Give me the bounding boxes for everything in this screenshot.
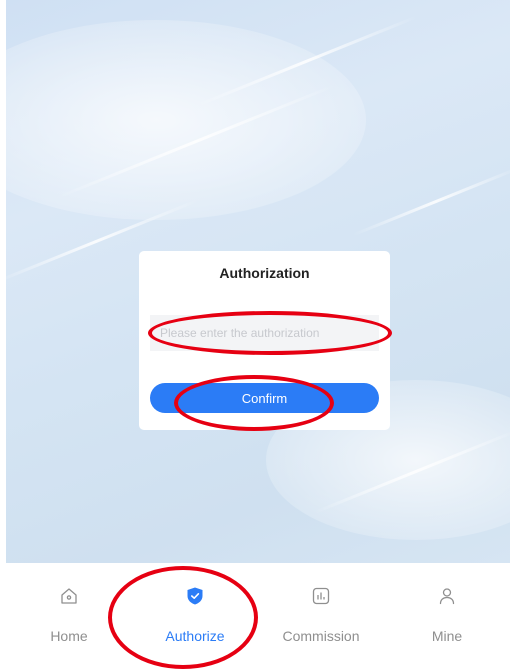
authorization-input[interactable] [150,315,379,351]
background-panel: Authorization Confirm [6,0,510,563]
tab-label: Mine [431,628,463,644]
tab-label: Commission [282,628,360,644]
tab-mine[interactable]: Mine [384,563,510,671]
home-icon [61,588,77,604]
tab-commission[interactable]: Commission [258,563,384,671]
tab-home[interactable]: Home [6,563,132,671]
shield-check-icon [187,587,203,605]
bottom-tab-bar: Home Authorize Commission Mine [6,563,510,671]
tab-label: Authorize [165,628,225,644]
dialog-title: Authorization [219,265,310,281]
confirm-button[interactable]: Confirm [150,383,379,413]
background-streak [351,166,510,237]
background-glow [6,20,366,220]
tab-authorize[interactable]: Authorize [132,563,258,671]
authorization-dialog: Authorization Confirm [139,251,390,430]
tab-label: Home [50,628,88,644]
user-icon [439,588,455,605]
chart-icon [312,587,330,605]
